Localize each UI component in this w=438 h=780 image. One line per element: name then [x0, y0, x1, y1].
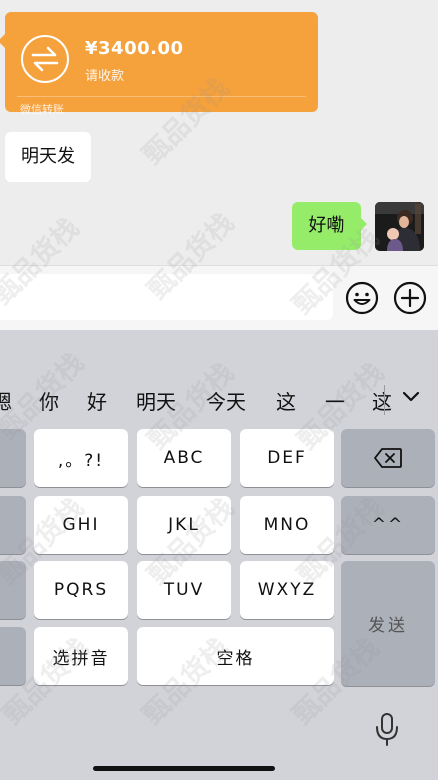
candidate-word[interactable]: 好 — [87, 386, 107, 415]
emoticon-key[interactable]: ^^ — [341, 496, 435, 554]
chat-area: ¥3400.00 请收款 微信转账 明天发 好嘞 — [0, 0, 438, 265]
transfer-status: 请收款 — [85, 69, 125, 84]
left-column-key[interactable] — [0, 561, 26, 619]
left-column-key[interactable] — [0, 429, 26, 487]
transfer-label: 微信转账 — [20, 103, 64, 116]
send-button[interactable]: 发送 — [341, 561, 435, 686]
candidate-word[interactable]: 你 — [39, 386, 59, 415]
space-key[interactable]: 空格 — [137, 627, 334, 685]
key-jkl[interactable]: JKL — [137, 496, 231, 554]
transfer-amount: ¥3400.00 — [85, 38, 184, 59]
left-column-key[interactable] — [0, 627, 26, 685]
bubble-tail — [361, 218, 367, 230]
candidate-divider — [384, 385, 385, 415]
microphone-icon[interactable] — [375, 712, 399, 748]
candidate-word[interactable]: 明天 — [136, 386, 176, 415]
transfer-message[interactable]: ¥3400.00 请收款 微信转账 — [0, 12, 318, 116]
candidate-bar: 嗯 你 好 明天 今天 这 一 这 — [0, 380, 438, 420]
message-input[interactable] — [0, 274, 333, 320]
key-tuv[interactable]: TUV — [137, 561, 231, 619]
key-pqrs[interactable]: PQRS — [34, 561, 128, 619]
candidate-word[interactable]: 今天 — [206, 386, 246, 415]
pinyin-key[interactable]: 选拼音 — [34, 627, 128, 685]
key-wxyz[interactable]: WXYZ — [240, 561, 334, 619]
avatar[interactable] — [375, 202, 424, 251]
key-def[interactable]: DEF — [240, 429, 334, 487]
backspace-icon — [374, 448, 402, 468]
outgoing-message-bubble[interactable]: 好嘞 — [292, 202, 367, 250]
input-bar — [0, 265, 438, 330]
key-punctuation[interactable]: ,。?! — [34, 429, 128, 487]
plus-circle-icon[interactable] — [393, 281, 427, 315]
bubble-tail — [0, 34, 5, 48]
incoming-message-bubble[interactable]: 明天发 — [5, 132, 91, 182]
transfer-divider — [17, 96, 306, 97]
smiley-face-icon[interactable] — [345, 281, 379, 315]
candidate-word[interactable]: 这 — [372, 386, 392, 415]
chevron-down-icon[interactable] — [400, 386, 422, 408]
outgoing-message-text: 好嘞 — [308, 215, 345, 236]
home-indicator[interactable] — [93, 766, 275, 771]
candidate-word[interactable]: 这 — [276, 386, 296, 415]
keyboard: 嗯 你 好 明天 今天 这 一 这 — [0, 330, 438, 780]
candidate-word[interactable]: 一 — [325, 386, 345, 415]
backspace-key[interactable] — [341, 429, 435, 487]
key-mno[interactable]: MNO — [240, 496, 334, 554]
key-abc[interactable]: ABC — [137, 429, 231, 487]
key-ghi[interactable]: GHI — [34, 496, 128, 554]
candidate-word[interactable]: 嗯 — [0, 386, 12, 415]
transfer-arrows-icon — [21, 35, 69, 83]
left-column-key[interactable] — [0, 496, 26, 554]
